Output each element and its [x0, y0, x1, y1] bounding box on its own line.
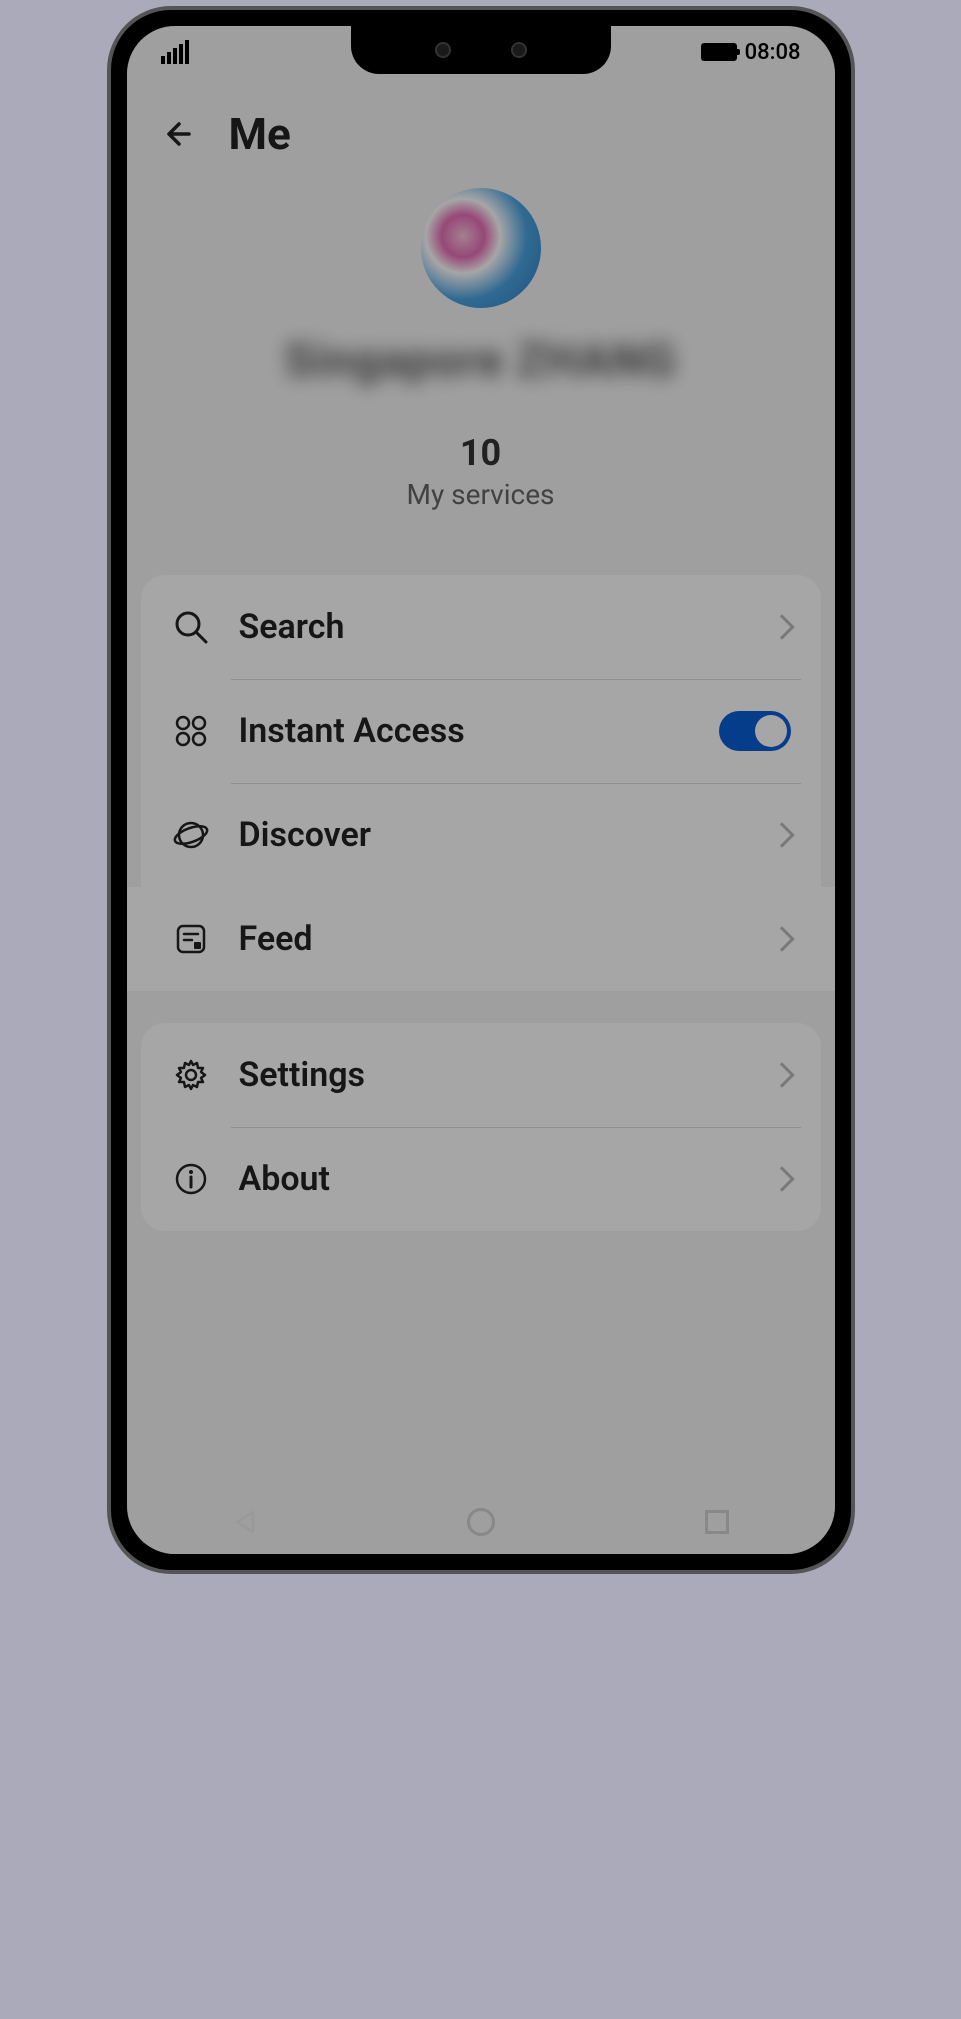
- row-search-label: Search: [239, 607, 745, 647]
- row-feed-highlighted: Feed: [127, 887, 835, 991]
- row-settings-label: Settings: [239, 1055, 745, 1095]
- nav-bar: [127, 1490, 835, 1554]
- front-camera-left: [435, 42, 451, 58]
- screen: 08:08 Me Singapore ZHANG 10 My services: [127, 26, 835, 1554]
- page-title: Me: [229, 108, 291, 160]
- status-time: 08:08: [745, 40, 801, 65]
- chevron-right-icon: [769, 822, 794, 847]
- row-settings[interactable]: Settings: [141, 1023, 821, 1127]
- menu-card-2: Settings About: [141, 1023, 821, 1231]
- menu-card-1: Search Instant Access: [141, 575, 821, 991]
- profile-section: Singapore ZHANG 10 My services: [127, 170, 835, 561]
- row-feed-label: Feed: [239, 919, 745, 959]
- services-stat[interactable]: 10 My services: [407, 432, 555, 511]
- row-about-label: About: [239, 1159, 745, 1199]
- back-button[interactable]: [161, 114, 201, 154]
- apps-grid-icon: [171, 711, 211, 751]
- chevron-right-icon: [769, 614, 794, 639]
- nav-recent[interactable]: [701, 1506, 733, 1538]
- page-header: Me: [127, 78, 835, 170]
- services-count: 10: [407, 432, 555, 474]
- row-about[interactable]: About: [141, 1127, 821, 1231]
- row-search[interactable]: Search: [141, 575, 821, 679]
- planet-icon: [171, 815, 211, 855]
- info-icon: [171, 1159, 211, 1199]
- row-discover-label: Discover: [239, 815, 745, 855]
- chevron-right-icon: [769, 926, 794, 951]
- gear-icon: [171, 1055, 211, 1095]
- chevron-right-icon: [769, 1062, 794, 1087]
- feed-icon: [171, 919, 211, 959]
- nav-back[interactable]: [229, 1506, 261, 1538]
- row-instant-label: Instant Access: [239, 711, 691, 751]
- nav-home[interactable]: [465, 1506, 497, 1538]
- avatar[interactable]: [421, 188, 541, 308]
- username: Singapore ZHANG: [284, 334, 676, 388]
- signal-icon: [161, 40, 189, 64]
- services-label: My services: [407, 478, 555, 511]
- notch: [351, 26, 611, 74]
- row-instant-access[interactable]: Instant Access: [141, 679, 821, 783]
- search-icon: [171, 607, 211, 647]
- instant-access-toggle[interactable]: [719, 711, 791, 751]
- phone-frame: 08:08 Me Singapore ZHANG 10 My services: [111, 10, 851, 1570]
- row-feed[interactable]: Feed: [127, 887, 835, 991]
- battery-icon: [701, 43, 737, 61]
- front-camera-right: [511, 42, 527, 58]
- chevron-right-icon: [769, 1166, 794, 1191]
- row-discover[interactable]: Discover: [141, 783, 821, 887]
